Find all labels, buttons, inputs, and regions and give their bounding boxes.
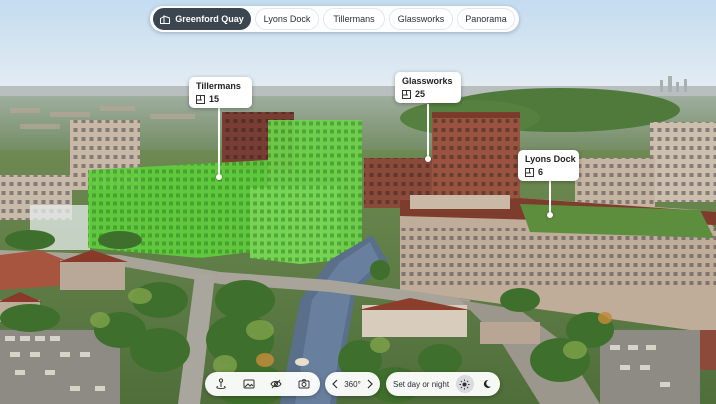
- gallery-button[interactable]: [237, 372, 261, 396]
- street-view-icon: [216, 378, 226, 390]
- building-icon: [160, 14, 171, 24]
- aerial-scene: [0, 0, 716, 404]
- callout-title: Lyons Dock: [525, 154, 576, 164]
- callout-title: Tillermans: [196, 81, 241, 91]
- tab-label: Glassworks: [397, 14, 445, 24]
- lyons-dock-leader-line: [549, 180, 551, 214]
- floorplan-icon: [402, 89, 411, 99]
- hide-labels-button[interactable]: [264, 372, 288, 396]
- floorplan-icon: [525, 167, 534, 177]
- tab-label: Lyons Dock: [263, 14, 311, 24]
- chevron-left-icon: [332, 379, 338, 389]
- night-button[interactable]: [480, 372, 494, 396]
- tab-greenford-quay[interactable]: Greenford Quay: [153, 8, 251, 30]
- tab-panorama[interactable]: Panorama: [457, 8, 515, 30]
- glassworks-marker[interactable]: [425, 156, 431, 162]
- day-button[interactable]: [455, 375, 474, 393]
- floorplan-icon: [196, 94, 205, 104]
- location-tab-bar: Greenford Quay Lyons Dock Tillermans Gla…: [150, 6, 519, 32]
- sun-icon: [459, 379, 470, 389]
- unit-count: 15: [209, 94, 220, 104]
- glassworks-leader-line: [427, 104, 429, 158]
- tillermans-leader-line: [218, 106, 220, 176]
- tab-label: Panorama: [465, 14, 507, 24]
- callout-lyons-dock[interactable]: Lyons Dock 6: [518, 150, 579, 181]
- callout-tillermans[interactable]: Tillermans 15: [189, 77, 252, 108]
- unit-count: 6: [538, 167, 544, 177]
- camera-icon: [298, 379, 310, 389]
- callout-title: Glassworks: [402, 76, 453, 86]
- image-icon: [243, 379, 255, 389]
- hide-view-icon: [270, 379, 282, 389]
- view-tools-group: [205, 372, 320, 396]
- day-night-control: Set day or night: [386, 372, 500, 396]
- rotate-right-button[interactable]: [364, 372, 376, 396]
- tillermans-marker[interactable]: [216, 174, 222, 180]
- tab-label: Greenford Quay: [175, 14, 244, 24]
- tab-tillermans[interactable]: Tillermans: [323, 8, 385, 30]
- screenshot-button[interactable]: [292, 372, 316, 396]
- tab-lyons-dock[interactable]: Lyons Dock: [255, 8, 319, 30]
- callout-glassworks[interactable]: Glassworks 25: [395, 72, 461, 103]
- tab-label: Tillermans: [333, 14, 375, 24]
- lyons-dock-marker[interactable]: [547, 212, 553, 218]
- rotate-control: 360°: [325, 372, 380, 396]
- rotate-left-button[interactable]: [329, 372, 341, 396]
- unit-count: 25: [415, 89, 426, 99]
- chevron-right-icon: [367, 379, 373, 389]
- street-view-button[interactable]: [209, 372, 233, 396]
- moon-icon: [483, 379, 491, 388]
- day-night-label: Set day or night: [393, 379, 450, 389]
- rotate-label: 360°: [344, 379, 361, 389]
- tab-glassworks[interactable]: Glassworks: [389, 8, 453, 30]
